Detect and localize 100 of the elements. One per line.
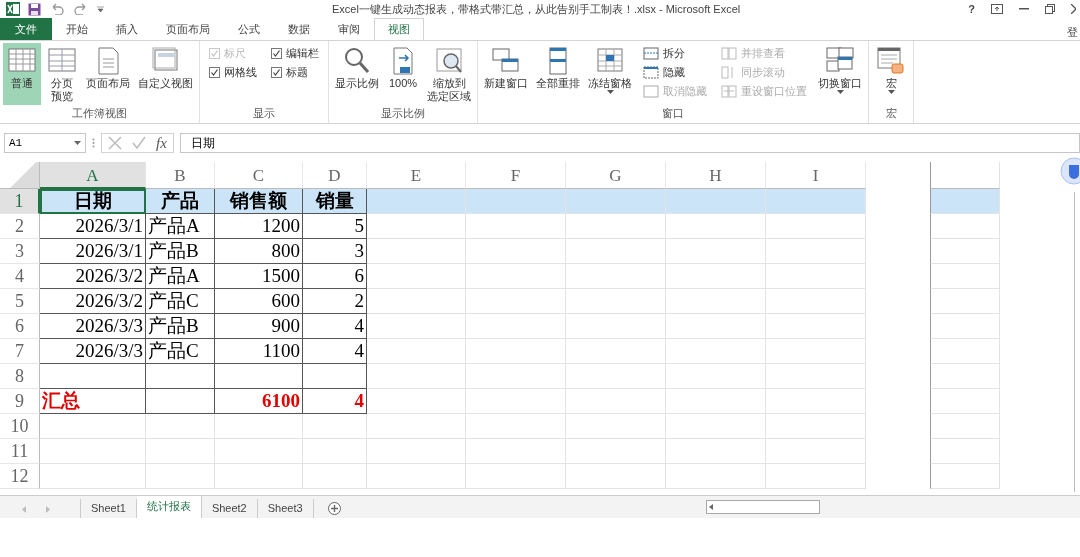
- formula-field[interactable]: 日期: [179, 133, 1080, 153]
- row-header[interactable]: 10: [0, 414, 40, 439]
- ribbon-button[interactable]: 显示比例: [332, 43, 382, 105]
- close-icon[interactable]: [1071, 4, 1076, 14]
- sheet-tab[interactable]: Sheet1: [80, 499, 137, 518]
- table-cell: 2026/3/3: [40, 339, 146, 364]
- table-cell: 产品B: [146, 239, 215, 264]
- ribbon-button[interactable]: 页面布局: [83, 43, 133, 105]
- sign-in-link[interactable]: 登: [1067, 25, 1080, 40]
- excel-logo-icon: [6, 2, 20, 16]
- ribbon-button[interactable]: 新建窗口: [481, 43, 531, 105]
- ribbon-button[interactable]: 普通: [3, 43, 41, 105]
- split-pane-icon: [643, 46, 659, 61]
- window-title: Excel一键生成动态报表，带格式带汇总，从此告别手工制表！.xlsx - Microsoft Excel: [331, 1, 742, 17]
- ribbon-button[interactable]: 全部重排: [533, 43, 583, 105]
- group-label: 显示: [252, 106, 276, 121]
- table-cell: 产品A: [146, 214, 215, 239]
- table-cell: [303, 414, 367, 439]
- row-header[interactable]: 4: [0, 264, 40, 289]
- sheet-tab[interactable]: Sheet3: [257, 499, 314, 518]
- row-header[interactable]: 6: [0, 314, 40, 339]
- table-cell: 1500: [215, 264, 303, 289]
- checkbox[interactable]: 标题: [271, 65, 319, 80]
- ribbon-tab[interactable]: 数据: [274, 18, 324, 40]
- table-cell: [930, 264, 1000, 289]
- table-cell: [930, 214, 1000, 239]
- ribbon-button[interactable]: 宏: [872, 43, 910, 105]
- ribbon-button[interactable]: 切换窗口: [815, 43, 865, 105]
- table-cell: [930, 389, 1000, 414]
- table-cell: 1200: [215, 214, 303, 239]
- table-cell: [930, 289, 1000, 314]
- ribbon-button[interactable]: 分页预览: [43, 43, 81, 105]
- windows-icon: [824, 45, 856, 75]
- shield-icon[interactable]: [1060, 157, 1080, 187]
- macro-icon: [875, 45, 907, 75]
- ribbon-display-icon[interactable]: [991, 4, 1003, 14]
- ribbon-tab[interactable]: 公式: [224, 18, 274, 40]
- ribbon-tab[interactable]: 插入: [102, 18, 152, 40]
- table-cell: 6100: [215, 389, 303, 414]
- caret-icon: [74, 141, 81, 145]
- table-cell: 2026/3/1: [40, 214, 146, 239]
- table-cell: 产品A: [146, 264, 215, 289]
- row-header[interactable]: 9: [0, 389, 40, 414]
- table-cell: 销售额: [215, 189, 303, 214]
- column-header[interactable]: A: [40, 162, 146, 189]
- row-header[interactable]: 3: [0, 239, 40, 264]
- ribbon-button[interactable]: 缩放到选定区域: [424, 43, 474, 105]
- insert-function-button[interactable]: fx: [156, 134, 167, 152]
- row-header[interactable]: 11: [0, 439, 40, 464]
- table-cell: 日期: [40, 189, 146, 214]
- name-box[interactable]: A1: [4, 133, 86, 153]
- help-button[interactable]: ?: [968, 3, 975, 15]
- table-cell: 5: [303, 214, 367, 239]
- ribbon-button[interactable]: 冻结窗格: [585, 43, 635, 105]
- minimize-icon[interactable]: [1019, 7, 1029, 11]
- customize-caret-icon[interactable]: [97, 5, 104, 13]
- table-cell: [930, 314, 1000, 339]
- table-cell: [303, 464, 367, 489]
- window-icon: [643, 84, 659, 99]
- reset-windows-icon: [721, 84, 737, 99]
- table-cell: [303, 364, 367, 389]
- checkmark-icon[interactable]: [132, 136, 146, 150]
- ribbon-button[interactable]: 自定义视图: [135, 43, 196, 105]
- grip-icon: [92, 138, 95, 148]
- sheet-tab[interactable]: 统计报表: [136, 496, 202, 518]
- row-header[interactable]: 2: [0, 214, 40, 239]
- checkbox[interactable]: 编辑栏: [271, 46, 319, 61]
- table-cell: 800: [215, 239, 303, 264]
- group-label: 窗口: [661, 106, 685, 121]
- ribbon-tab[interactable]: 审阅: [324, 18, 374, 40]
- scroll-left-icon[interactable]: [707, 503, 715, 511]
- sheet-tab[interactable]: Sheet2: [201, 499, 258, 518]
- table-cell: 2026/3/2: [40, 264, 146, 289]
- table-cell: 2: [303, 289, 367, 314]
- ribbon-tab[interactable]: 开始: [52, 18, 102, 40]
- save-icon[interactable]: [28, 2, 41, 16]
- ribbon-tab[interactable]: 视图: [374, 18, 424, 40]
- table-cell: [930, 464, 1000, 489]
- add-sheet-icon[interactable]: [327, 502, 341, 515]
- frozen-grid-icon: [594, 45, 626, 75]
- table-cell: [930, 339, 1000, 364]
- restore-icon[interactable]: [1045, 4, 1055, 14]
- row-header[interactable]: 12: [0, 464, 40, 489]
- horizontal-scrollbar[interactable]: [706, 500, 820, 514]
- ribbon-button[interactable]: 100%: [384, 43, 422, 105]
- row-header[interactable]: 8: [0, 364, 40, 389]
- group-label: 宏: [884, 106, 898, 121]
- table-cell: 4: [303, 339, 367, 364]
- row-header[interactable]: 1: [0, 189, 40, 214]
- ribbon-tab[interactable]: 文件: [0, 18, 52, 40]
- row-header[interactable]: 5: [0, 289, 40, 314]
- checkbox[interactable]: 网格线: [209, 65, 257, 80]
- ribbon-button[interactable]: 拆分: [643, 46, 707, 61]
- table-cell: 产品B: [146, 314, 215, 339]
- table-cell: 产品C: [146, 289, 215, 314]
- table-cell: 销量: [303, 189, 367, 214]
- ribbon-button[interactable]: 隐藏: [643, 65, 707, 80]
- page-grid-icon: [46, 45, 78, 75]
- row-header[interactable]: 7: [0, 339, 40, 364]
- ribbon-tab[interactable]: 页面布局: [152, 18, 224, 40]
